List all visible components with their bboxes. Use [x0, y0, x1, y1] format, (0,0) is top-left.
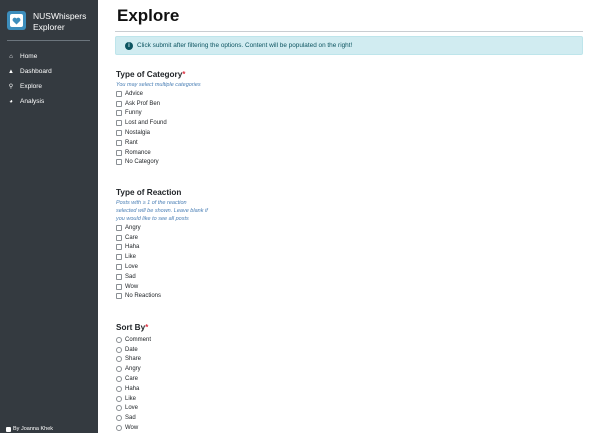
category-filter: Type of Category* You may select multipl… — [116, 70, 236, 167]
category-checkbox[interactable]: No Category — [116, 158, 236, 168]
reaction-checkbox[interactable]: Sad — [116, 272, 236, 282]
checkbox[interactable] — [116, 110, 122, 117]
radio-button[interactable] — [116, 376, 122, 383]
reaction-checkbox[interactable]: Like — [116, 252, 236, 262]
sidebar-divider — [7, 40, 90, 41]
sort-title: Sort By* — [116, 323, 149, 332]
brand[interactable]: NUSWhispers Explorer — [0, 0, 98, 40]
radio-button[interactable] — [116, 425, 122, 432]
required-mark: * — [145, 323, 149, 332]
author-icon — [6, 426, 11, 432]
sort-filter: Sort By* Comment Date Share Angry Care H… — [116, 323, 236, 433]
sort-radio[interactable]: Comment — [116, 335, 236, 345]
radio-button[interactable] — [116, 385, 122, 392]
reaction-title: Type of Reaction — [116, 188, 182, 197]
sidebar-item-analysis[interactable]: ◕ Analysis — [0, 94, 98, 109]
category-checkbox[interactable]: Romance — [116, 148, 236, 158]
sort-radio[interactable]: Like — [116, 394, 236, 404]
page-title: Explore — [117, 6, 180, 25]
main-content: Explore i Click submit after filtering t… — [98, 0, 600, 433]
sort-radio[interactable]: Share — [116, 355, 236, 365]
sort-radio[interactable]: Sad — [116, 413, 236, 423]
sidebar-item-label: Home — [20, 53, 38, 60]
sort-radio[interactable]: Angry — [116, 364, 236, 374]
radio-button[interactable] — [116, 405, 122, 412]
app-logo — [7, 11, 26, 30]
checkbox[interactable] — [116, 100, 122, 107]
sort-radio[interactable]: Care — [116, 374, 236, 384]
radio-button[interactable] — [116, 395, 122, 402]
brand-title: NUSWhispers Explorer — [33, 11, 87, 32]
sidebar: NUSWhispers Explorer ⌂ Home ▲ Dashboard … — [0, 0, 98, 433]
radio-button[interactable] — [116, 415, 122, 422]
footer-credit: By Joanna Khek — [13, 426, 54, 432]
reaction-filter: Type of Reaction Posts with ≥ 1 of the r… — [116, 188, 236, 301]
checkbox[interactable] — [116, 283, 122, 290]
checkbox[interactable] — [116, 234, 122, 241]
category-checkbox[interactable]: Advice — [116, 89, 236, 99]
sort-radio[interactable]: Wow — [116, 423, 236, 433]
info-alert: i Click submit after filtering the optio… — [115, 36, 583, 55]
radio-button[interactable] — [116, 356, 122, 363]
reaction-options: Angry Care Haha Like Love Sad Wow No Rea… — [116, 223, 236, 301]
checkbox[interactable] — [116, 293, 122, 300]
sort-options: Comment Date Share Angry Care Haha Like … — [116, 335, 236, 433]
sort-radio[interactable]: Haha — [116, 384, 236, 394]
checkbox[interactable] — [116, 149, 122, 156]
radio-button[interactable] — [116, 366, 122, 373]
sort-radio[interactable]: Date — [116, 345, 236, 355]
category-title: Type of Category* — [116, 70, 186, 79]
category-checkbox[interactable]: Rant — [116, 138, 236, 148]
title-divider — [115, 31, 583, 32]
checkbox[interactable] — [116, 130, 122, 137]
reaction-checkbox[interactable]: No Reactions — [116, 292, 236, 302]
required-mark: * — [182, 70, 186, 79]
checkbox[interactable] — [116, 224, 122, 231]
sidebar-item-label: Analysis — [20, 98, 45, 105]
category-hint: You may select multiple categories — [116, 82, 201, 88]
category-checkbox[interactable]: Ask Prof Ben — [116, 99, 236, 109]
radio-button[interactable] — [116, 346, 122, 353]
checkbox[interactable] — [116, 139, 122, 146]
sort-radio[interactable]: Love — [116, 404, 236, 414]
reaction-checkbox[interactable]: Care — [116, 233, 236, 243]
checkbox[interactable] — [116, 254, 122, 261]
sidebar-item-label: Dashboard — [20, 68, 52, 75]
info-text: Click submit after filtering the options… — [137, 42, 353, 49]
sidebar-nav: ⌂ Home ▲ Dashboard ⚲ Explore ◕ Analysis — [0, 49, 98, 109]
heart-icon — [12, 17, 21, 25]
reaction-checkbox[interactable]: Angry — [116, 223, 236, 233]
category-checkbox[interactable]: Nostalgia — [116, 128, 236, 138]
checkbox[interactable] — [116, 244, 122, 251]
sidebar-item-home[interactable]: ⌂ Home — [0, 49, 98, 64]
checkbox[interactable] — [116, 159, 122, 166]
sidebar-item-explore[interactable]: ⚲ Explore — [0, 79, 98, 94]
reaction-checkbox[interactable]: Love — [116, 262, 236, 272]
reaction-checkbox[interactable]: Haha — [116, 243, 236, 253]
category-checkbox[interactable]: Lost and Found — [116, 118, 236, 128]
sidebar-footer: By Joanna Khek — [6, 426, 53, 432]
checkbox[interactable] — [116, 120, 122, 127]
info-icon: i — [125, 41, 133, 50]
checkbox[interactable] — [116, 273, 122, 280]
home-icon: ⌂ — [9, 53, 13, 60]
sidebar-item-dashboard[interactable]: ▲ Dashboard — [0, 64, 98, 79]
sidebar-item-label: Explore — [20, 83, 43, 90]
reaction-checkbox[interactable]: Wow — [116, 282, 236, 292]
category-options: Advice Ask Prof Ben Funny Lost and Found… — [116, 89, 236, 167]
pie-chart-icon: ◕ — [9, 98, 13, 105]
checkbox[interactable] — [116, 90, 122, 97]
search-icon: ⚲ — [8, 84, 14, 90]
chart-area-icon: ▲ — [8, 68, 14, 75]
checkbox[interactable] — [116, 264, 122, 271]
radio-button[interactable] — [116, 336, 122, 343]
reaction-hint: Posts with ≥ 1 of the reaction selected … — [116, 200, 208, 222]
category-checkbox[interactable]: Funny — [116, 109, 236, 119]
